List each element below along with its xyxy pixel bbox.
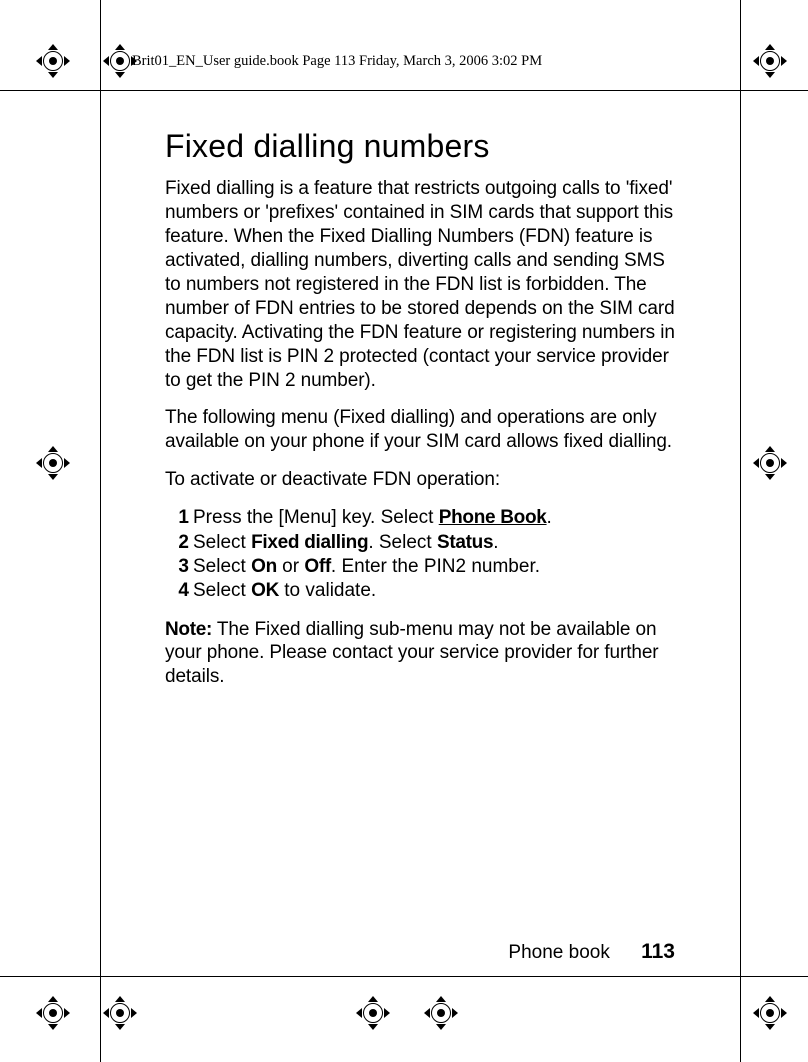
step-text: Select [193, 556, 251, 577]
availability-paragraph: The following menu (Fixed dialling) and … [165, 406, 675, 454]
page-footer: Phone book 113 [508, 940, 675, 964]
menu-status: Status [437, 532, 493, 553]
page-title: Fixed dialling numbers [165, 128, 675, 165]
crop-line-top [0, 90, 808, 91]
step-4: Select OK to validate. [193, 579, 675, 603]
step-2: Select Fixed dialling. Select Status. [193, 531, 675, 555]
crop-line-left [100, 0, 101, 1062]
note-paragraph: Note: The Fixed dialling sub-menu may no… [165, 618, 675, 690]
step-text: to validate. [279, 580, 376, 601]
footer-section: Phone book [508, 942, 609, 963]
button-ok: OK [251, 580, 279, 601]
step-3: Select On or Off. Enter the PIN2 number. [193, 555, 675, 579]
registration-mark-icon [40, 1000, 66, 1026]
registration-mark-icon [40, 48, 66, 74]
registration-mark-icon [757, 450, 783, 476]
steps-list: Press the [Menu] key. Select Phone Book.… [165, 506, 675, 603]
step-text: . [493, 532, 498, 553]
registration-mark-icon [428, 1000, 454, 1026]
page-number: 113 [641, 940, 675, 963]
registration-mark-icon [757, 1000, 783, 1026]
menu-phone-book: Phone Book [439, 507, 547, 528]
crop-line-bottom [0, 976, 808, 977]
note-label: Note: [165, 619, 212, 640]
step-text: Select [193, 532, 251, 553]
crop-line-right [740, 0, 741, 1062]
intro-paragraph: Fixed dialling is a feature that restric… [165, 177, 675, 392]
option-off: Off [304, 556, 331, 577]
step-text: Select [193, 580, 251, 601]
step-text: . [547, 507, 552, 528]
step-text: or [277, 556, 304, 577]
step-1: Press the [Menu] key. Select Phone Book. [193, 506, 675, 530]
step-text: . Enter the PIN2 number. [331, 556, 540, 577]
note-body: The Fixed dialling sub-menu may not be a… [165, 619, 659, 688]
step-text: . Select [368, 532, 437, 553]
registration-mark-icon [107, 48, 133, 74]
page-content: Fixed dialling numbers Fixed dialling is… [165, 128, 675, 703]
instructions-lead: To activate or deactivate FDN operation: [165, 468, 675, 492]
registration-mark-icon [757, 48, 783, 74]
registration-mark-icon [360, 1000, 386, 1026]
registration-mark-icon [40, 450, 66, 476]
step-text: Press the [Menu] key. Select [193, 507, 439, 528]
menu-fixed-dialling: Fixed dialling [251, 532, 368, 553]
option-on: On [251, 556, 277, 577]
running-head: Brit01_EN_User guide.book Page 113 Frida… [132, 53, 542, 70]
registration-mark-icon [107, 1000, 133, 1026]
